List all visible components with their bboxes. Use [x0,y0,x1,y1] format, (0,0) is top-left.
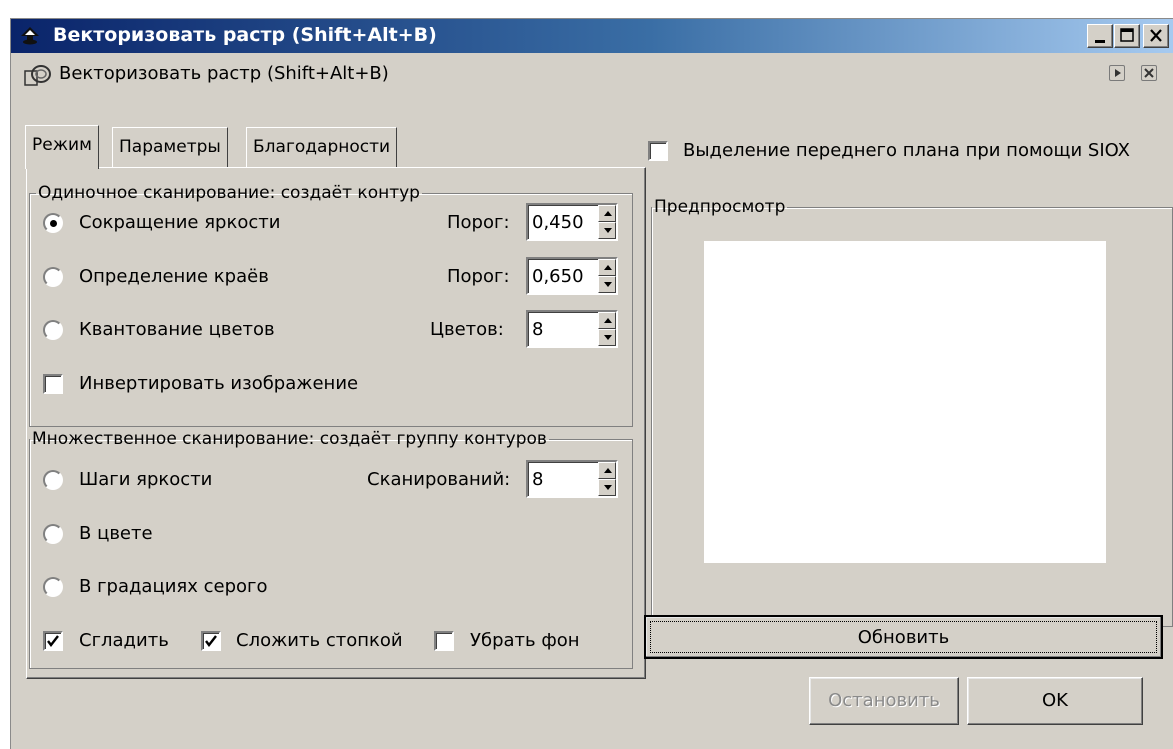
spin-down-arrow[interactable] [598,222,616,239]
tab-parameters-label: Параметры [119,137,221,157]
tab-parameters[interactable]: Параметры [112,127,228,167]
colors-count-value: 8 [532,319,544,340]
dock-detach-button[interactable] [1109,65,1125,81]
remove-background-checkbox[interactable] [434,631,454,651]
remove-background-label: Убрать фон [470,630,580,651]
smooth-checkbox[interactable] [43,631,63,651]
window-title: Векторизовать растр (Shift+Alt+B) [53,24,437,46]
spin-down-arrow[interactable] [598,276,616,293]
close-button[interactable] [1143,24,1169,48]
trace-bitmap-icon [23,63,53,94]
inkscape-app-icon [19,26,41,51]
radio-grays[interactable] [43,577,63,597]
dock-close-button[interactable] [1141,65,1157,81]
update-button-label: Обновить [857,627,950,648]
spin-up-arrow[interactable] [598,259,616,276]
siox-checkbox[interactable] [648,141,668,161]
edge-threshold-spinbox[interactable]: 0,650 [526,257,618,295]
minimize-button[interactable] [1087,24,1113,48]
ok-button[interactable]: OK [967,677,1143,725]
brightness-threshold-spinbox[interactable]: 0,450 [526,203,618,241]
invert-image-label: Инвертировать изображение [79,373,359,394]
tab-credits[interactable]: Благодарности [246,127,398,167]
tab-mode[interactable]: Режим [25,125,99,169]
maximize-button[interactable] [1114,24,1140,48]
siox-label: Выделение переднего плана при помощи SIO… [683,140,1131,161]
stack-scans-label: Сложить стопкой [236,630,403,651]
title-bar[interactable]: Векторизовать растр (Shift+Alt+B) [11,19,1173,53]
colors-label: В цвете [79,523,153,544]
color-quantization-label: Квантование цветов [79,319,275,340]
preview-canvas [704,241,1106,563]
preview-legend: Предпросмотр [654,197,786,217]
stop-button-label: Остановить [828,690,940,711]
edge-detection-label: Определение краёв [79,266,269,287]
stack-scans-checkbox[interactable] [201,631,221,651]
grays-label: В градациях серого [79,576,268,597]
brightness-threshold-label: Порог: [447,212,510,233]
radio-brightness-steps[interactable] [43,470,63,490]
scans-count-label: Сканирований: [367,469,511,490]
spin-up-arrow[interactable] [598,205,616,222]
invert-image-checkbox[interactable] [43,374,63,394]
radio-color-quantization[interactable] [43,320,63,340]
radio-brightness-cutoff[interactable] [43,213,63,233]
dock-title: Векторизовать растр (Shift+Alt+B) [59,63,389,84]
ok-button-label: OK [1042,690,1068,711]
stop-button[interactable]: Остановить [809,677,959,725]
scans-count-spinbox[interactable]: 8 [526,460,618,498]
multi-scan-legend: Множественное сканирование: создаёт груп… [32,429,547,449]
spin-up-arrow[interactable] [598,312,616,329]
radio-colors[interactable] [43,524,63,544]
spin-down-arrow[interactable] [598,329,616,346]
spin-up-arrow[interactable] [598,462,616,479]
brightness-steps-label: Шаги яркости [79,469,213,490]
colors-count-label: Цветов: [430,319,504,340]
update-button[interactable]: Обновить [644,615,1163,659]
tab-credits-label: Благодарности [253,137,391,157]
edge-threshold-value: 0,650 [532,266,584,287]
dock-header: Векторизовать растр (Shift+Alt+B) [11,55,1173,93]
single-scan-legend: Одиночное сканирование: создаёт контур [38,183,420,203]
tab-mode-label: Режим [32,135,92,155]
scans-count-value: 8 [532,469,544,490]
radio-edge-detection[interactable] [43,267,63,287]
smooth-label: Сгладить [79,630,169,651]
spin-down-arrow[interactable] [598,479,616,496]
brightness-threshold-value: 0,450 [532,212,584,233]
brightness-cutoff-label: Сокращение яркости [79,212,281,233]
colors-count-spinbox[interactable]: 8 [526,310,618,348]
edge-threshold-label: Порог: [447,266,510,287]
trace-bitmap-window: Векторизовать растр (Shift+Alt+B) Вектор… [10,18,1173,749]
